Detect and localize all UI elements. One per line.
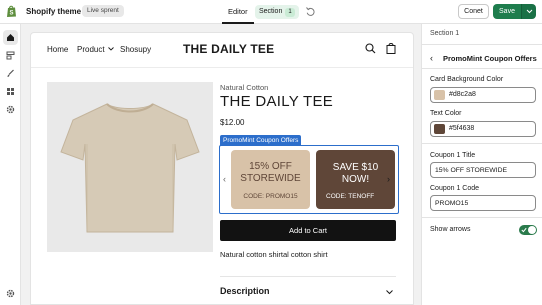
description-divider xyxy=(220,276,396,277)
settings-icon[interactable] xyxy=(3,286,18,301)
back-icon[interactable]: ‹ xyxy=(430,53,433,63)
carousel-next-arrow[interactable]: › xyxy=(387,174,390,184)
theme-title: Shopify theme xyxy=(26,7,82,16)
coupon1-code-label: Coupon 1 Code xyxy=(430,185,480,192)
product-image[interactable] xyxy=(47,82,213,252)
panel-divider xyxy=(422,143,542,144)
theme-settings-icon[interactable] xyxy=(3,102,18,117)
store-preview: Home Product Shosupy THE DAILY TEE Natur… xyxy=(30,32,414,305)
section-count-badge: 1 xyxy=(285,8,295,17)
coupon-carousel[interactable]: ‹ 15% OFF STOREWIDE CODE: PROMO15 SAVE $… xyxy=(219,145,399,214)
chevron-down-icon[interactable] xyxy=(386,288,393,297)
coupon-title: 15% OFF STOREWIDE xyxy=(240,161,301,184)
live-badge: Live sprent xyxy=(82,5,124,17)
card-bg-swatch[interactable] xyxy=(434,90,445,100)
panel-divider xyxy=(422,44,542,45)
settings-panel: Section 1 ‹ PromoMint Coupon Offers Card… xyxy=(421,24,542,305)
home-icon[interactable] xyxy=(3,30,18,45)
coupon-card[interactable]: 15% OFF STOREWIDE CODE: PROMO15 xyxy=(231,150,310,209)
coupon1-code-input[interactable] xyxy=(430,195,536,211)
shopify-logo-icon: S xyxy=(5,5,18,18)
product-brand: Natural Cotton xyxy=(220,83,269,92)
search-icon[interactable] xyxy=(365,43,376,56)
header-divider xyxy=(31,67,413,68)
text-color-hex: #5f4638 xyxy=(449,125,475,132)
top-bar: S Shopify theme Live sprent Editor Secti… xyxy=(0,0,542,24)
tab-editor[interactable]: Editor xyxy=(222,0,254,24)
card-bg-color-picker[interactable]: #d8c2a8 xyxy=(430,87,536,103)
card-bg-hex: #d8c2a8 xyxy=(449,91,476,98)
coupon-title: SAVE $10 NOW! xyxy=(332,162,379,185)
bag-icon[interactable] xyxy=(386,42,396,56)
tab-section[interactable]: Section 1 xyxy=(255,5,299,19)
nav-link-product-label: Product xyxy=(77,45,105,54)
nav-link-shosupy[interactable]: Shosupy xyxy=(120,45,151,54)
panel-divider xyxy=(422,68,542,69)
show-arrows-toggle[interactable] xyxy=(519,225,537,235)
text-color-swatch[interactable] xyxy=(434,124,445,134)
coupon-card[interactable]: SAVE $10 NOW! CODE: TENOFF xyxy=(316,150,395,209)
apps-icon[interactable] xyxy=(3,84,18,99)
conet-button[interactable]: Conet xyxy=(458,4,489,19)
panel-divider xyxy=(422,217,542,218)
store-title[interactable]: THE DAILY TEE xyxy=(183,42,274,56)
carousel-prev-arrow[interactable]: ‹ xyxy=(223,174,226,184)
panel-heading: PromoMint Coupon Offers xyxy=(443,54,537,63)
add-to-cart-button[interactable]: Add to Cart xyxy=(220,220,396,241)
save-button[interactable]: Save xyxy=(493,4,521,19)
text-color-label: Text Color xyxy=(430,110,462,117)
card-bg-label: Card Background Color xyxy=(430,76,504,83)
save-options-button[interactable] xyxy=(521,4,536,19)
left-rail xyxy=(0,24,21,305)
product-price: $12.00 xyxy=(220,118,245,127)
tab-section-label: Section xyxy=(259,8,283,15)
description-heading[interactable]: Description xyxy=(220,286,270,296)
svg-text:S: S xyxy=(9,11,13,17)
coupon-code: CODE: PROMO15 xyxy=(243,193,298,200)
undo-icon[interactable] xyxy=(305,6,316,17)
show-arrows-label: Show arrows xyxy=(430,226,471,233)
coupon1-title-input[interactable] xyxy=(430,162,536,178)
section-label: Section 1 xyxy=(430,30,460,37)
nav-link-product[interactable]: Product xyxy=(77,45,114,54)
chevron-down-icon xyxy=(107,47,114,51)
check-icon xyxy=(521,227,527,233)
coupon1-title-label: Coupon 1 Title xyxy=(430,152,476,159)
sections-icon[interactable] xyxy=(3,48,18,63)
text-color-picker[interactable]: #5f4638 xyxy=(430,121,536,137)
product-title: THE DAILY TEE xyxy=(220,93,334,110)
product-description: Natural cotton shirtal cotton shirt xyxy=(220,250,328,259)
coupon-code: CODE: TENOFF xyxy=(326,193,375,200)
nav-link-home[interactable]: Home xyxy=(47,45,68,54)
brush-icon[interactable] xyxy=(3,66,18,81)
chevron-down-icon xyxy=(526,9,533,14)
